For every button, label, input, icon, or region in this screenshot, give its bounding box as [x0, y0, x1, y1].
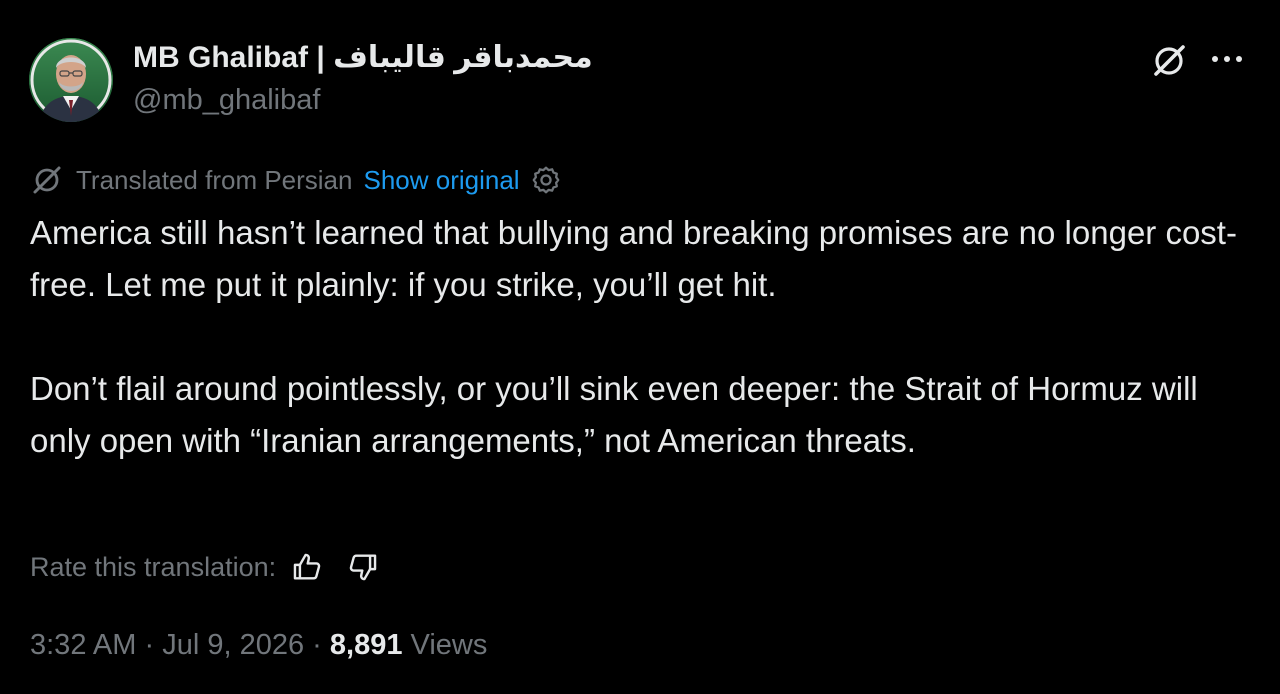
thumbs-up-icon[interactable]	[290, 550, 324, 584]
translated-from-label: Translated from Persian	[76, 164, 353, 195]
author-display-name[interactable]: محمدباقر قالیباف | MB Ghalibaf	[133, 40, 593, 75]
tweet-paragraph: Don’t flail around pointlessly, or you’l…	[30, 370, 1198, 459]
tweet-date[interactable]: Jul 9, 2026	[162, 629, 304, 661]
tweet-text: America still hasn’t learned that bullyi…	[30, 207, 1250, 467]
show-original-link[interactable]: Show original	[363, 165, 519, 196]
rate-translation: Rate this translation:	[30, 548, 380, 586]
rate-translation-label: Rate this translation:	[30, 551, 277, 582]
tweet-meta: 3:32 AM · Jul 9, 2026 · 8,891 Views	[30, 629, 487, 662]
avatar[interactable]	[29, 38, 113, 122]
more-icon[interactable]	[1210, 52, 1244, 66]
thumbs-down-icon[interactable]	[346, 550, 380, 584]
tweet-paragraph: America still hasn’t learned that bullyi…	[30, 214, 1237, 303]
profile-photo	[29, 38, 113, 122]
tweet-time[interactable]: 3:32 AM	[30, 629, 136, 661]
gear-icon[interactable]	[530, 164, 562, 196]
views-count[interactable]: 8,891	[330, 629, 403, 661]
grok-icon[interactable]	[1150, 42, 1188, 80]
meta-separator: ·	[144, 629, 155, 661]
meta-separator: ·	[312, 629, 322, 661]
author-handle[interactable]: @mb_ghalibaf	[133, 84, 320, 117]
translation-notice: Translated from Persian Show original	[30, 162, 562, 198]
translate-slash-icon	[33, 166, 61, 194]
views-label: Views	[410, 629, 488, 661]
